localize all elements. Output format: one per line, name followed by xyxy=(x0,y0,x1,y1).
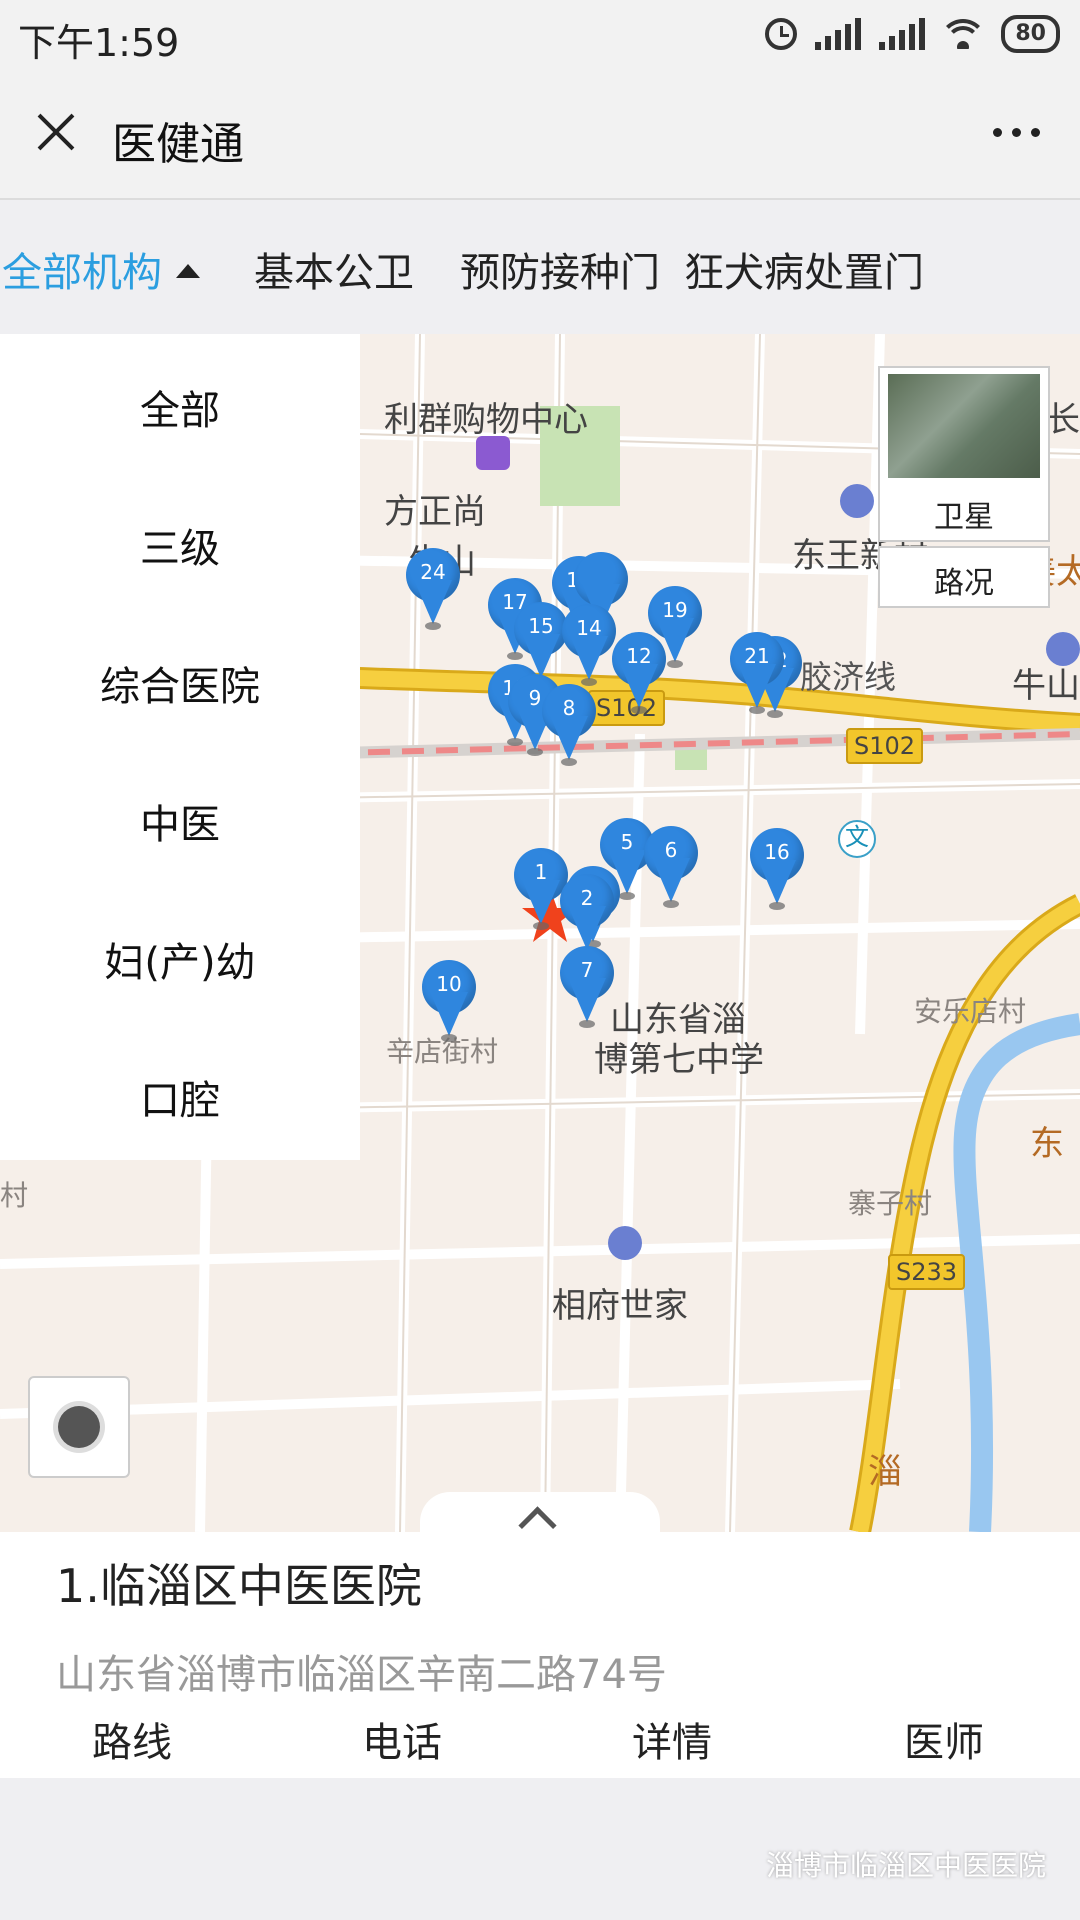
close-button[interactable] xyxy=(28,104,84,160)
category-dropdown: 全部 三级 综合医院 中医 妇(产)幼 口腔 xyxy=(0,334,360,1160)
details-button[interactable]: 详情 xyxy=(632,1710,712,1768)
caret-up-icon xyxy=(176,264,200,278)
dropdown-item-tertiary[interactable]: 三级 xyxy=(0,516,360,574)
dropdown-item-maternal-child[interactable]: 妇(产)幼 xyxy=(0,930,360,988)
map-label-xiangfu: 相府世家 xyxy=(552,1286,688,1326)
road-sign-s233: S233 xyxy=(888,1254,966,1290)
residence-icon-xiangfu xyxy=(608,1226,642,1260)
panel-expand-handle[interactable] xyxy=(420,1492,660,1532)
title-bar: 医健通 xyxy=(0,70,1080,200)
map-label-jiaoji: 胶济线 xyxy=(800,658,897,696)
route-button[interactable]: 路线 xyxy=(92,1710,172,1768)
hospital-marker[interactable]: 8 xyxy=(542,684,596,766)
map-label-school-line2: 博第七中学 xyxy=(594,1040,764,1080)
satellite-label: 卫星 xyxy=(934,500,994,535)
hospital-marker[interactable]: 6 xyxy=(644,826,698,908)
hospital-marker[interactable]: 21 xyxy=(730,632,784,714)
map-label-zi: 淄 xyxy=(868,1452,902,1492)
wifi-icon xyxy=(943,19,984,49)
phone-button[interactable]: 电话 xyxy=(362,1710,442,1768)
dropdown-item-general-hospital[interactable]: 综合医院 xyxy=(0,654,360,712)
map-label-fangzheng: 方正尚 xyxy=(384,492,486,532)
traffic-label: 路况 xyxy=(934,566,994,601)
hospital-marker[interactable]: 24 xyxy=(406,548,460,630)
filter-tabs: 全部机构 基本公卫 预防接种门 狂犬病处置门 xyxy=(0,200,1080,334)
residence-icon xyxy=(840,484,874,518)
more-button[interactable] xyxy=(993,128,1040,137)
status-icons: 80 xyxy=(765,12,1060,56)
school-icon: 文 xyxy=(838,820,876,858)
map-label-changjia: 长家 xyxy=(1046,400,1080,440)
institution-address: 山东省淄博市临淄区辛南二路74号 xyxy=(56,1652,667,1698)
signal-icon-2 xyxy=(879,18,926,50)
map-label-liqun: 利群购物中心 xyxy=(384,400,588,440)
doctors-button[interactable]: 医师 xyxy=(904,1710,984,1768)
status-bar: 下午1:59 80 xyxy=(0,0,1080,70)
signal-icon xyxy=(815,18,862,50)
locate-icon xyxy=(58,1406,100,1448)
page-title: 医健通 xyxy=(112,119,244,170)
hospital-marker[interactable]: 7 xyxy=(560,946,614,1028)
satellite-toggle[interactable]: 卫星 xyxy=(878,366,1050,542)
road-sign-s102-east: S102 xyxy=(846,728,924,764)
tab-all-institutions[interactable]: 全部机构 xyxy=(2,240,200,298)
residence-icon-east xyxy=(1046,632,1080,666)
map-label-edge: 村 xyxy=(0,1179,29,1212)
status-time: 下午1:59 xyxy=(18,21,180,65)
tab-public-health[interactable]: 基本公卫 xyxy=(254,240,414,298)
tab-rabies[interactable]: 狂犬病处置门 xyxy=(684,240,924,298)
shopping-bag-icon xyxy=(476,436,510,470)
alarm-icon xyxy=(765,18,798,50)
hospital-marker[interactable]: 14 xyxy=(562,604,616,686)
chevron-up-icon xyxy=(518,1506,557,1532)
satellite-thumbnail xyxy=(888,374,1040,478)
locate-button[interactable] xyxy=(28,1376,130,1478)
map-label-dong: 东 xyxy=(1030,1124,1064,1164)
battery-indicator: 80 xyxy=(1001,15,1060,53)
dropdown-item-all[interactable]: 全部 xyxy=(0,378,360,436)
dropdown-item-dental[interactable]: 口腔 xyxy=(0,1068,360,1126)
hospital-marker[interactable]: 12 xyxy=(612,632,666,714)
watermark: 淄博市临淄区中医医院 xyxy=(765,1849,1046,1882)
map-label-anle: 安乐店村 xyxy=(914,995,1027,1028)
hospital-marker[interactable]: 16 xyxy=(750,828,804,910)
institution-name: 1.临淄区中医医院 xyxy=(56,1559,422,1613)
hospital-marker[interactable]: 10 xyxy=(422,960,476,1042)
hospital-marker[interactable]: 2 xyxy=(560,874,614,956)
selected-institution-panel: 1.临淄区中医医院 山东省淄博市临淄区辛南二路74号 路线 电话 详情 医师 xyxy=(0,1532,1080,1778)
bottom-area: 淄博市临淄区中医医院 xyxy=(0,1778,1080,1920)
map-label-zhaizi: 寨子村 xyxy=(848,1187,933,1220)
tab-vaccination[interactable]: 预防接种门 xyxy=(460,240,660,298)
map-label-niushan-east: 牛山 xyxy=(1012,666,1080,706)
dropdown-item-tcm[interactable]: 中医 xyxy=(0,792,360,850)
traffic-toggle[interactable]: 路况 xyxy=(878,546,1050,608)
